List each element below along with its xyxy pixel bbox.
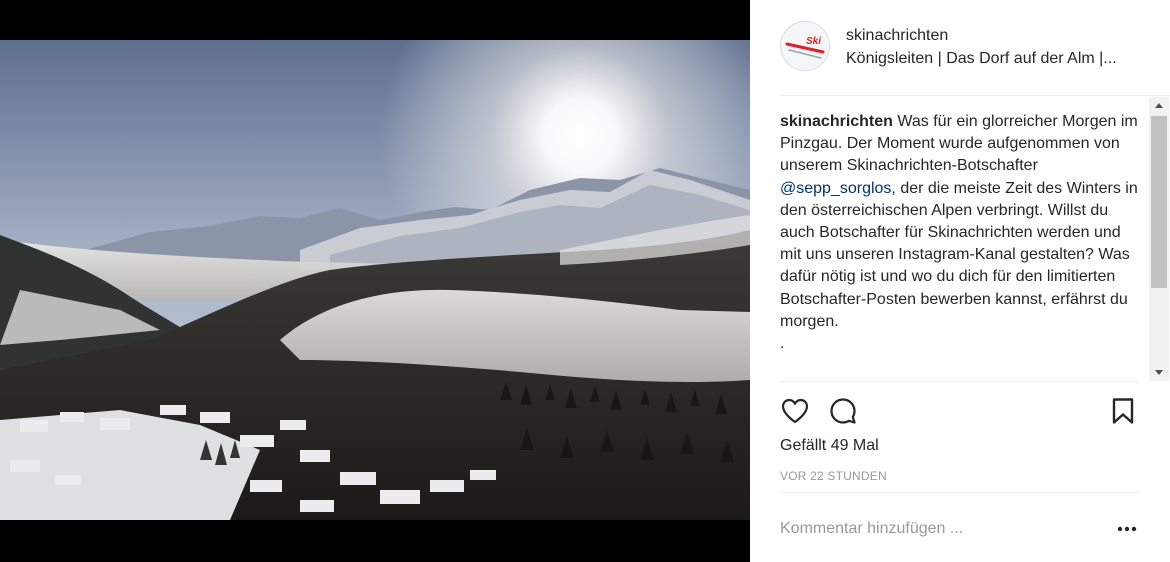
mountain-landscape-image	[0, 40, 750, 520]
scroll-up-arrow-icon[interactable]	[1149, 97, 1169, 114]
avatar-logo-text: Ski	[806, 36, 821, 47]
scroll-down-arrow-icon[interactable]	[1149, 364, 1169, 381]
post-username[interactable]: skinachrichten	[846, 27, 948, 45]
post-location[interactable]: Königsleiten | Das Dorf auf der Alm |...	[846, 50, 1146, 68]
caption-mention-link[interactable]: @sepp_sorglos	[780, 180, 891, 197]
post-photo[interactable]	[0, 40, 750, 520]
post-timestamp[interactable]: VOR 22 STUNDEN	[780, 469, 887, 483]
comment-input[interactable]	[780, 517, 1100, 541]
caption-scroll-area[interactable]: skinachrichten Was für ein glorreicher M…	[780, 97, 1138, 381]
bookmark-icon[interactable]	[1108, 396, 1138, 426]
caption-scrollbar[interactable]	[1149, 97, 1169, 381]
comment-bar	[780, 492, 1138, 562]
ellipsis-icon[interactable]	[1116, 519, 1138, 539]
caption-username[interactable]: skinachrichten	[780, 113, 893, 130]
post-actions: Gefällt 49 Mal VOR 22 STUNDEN	[780, 381, 1138, 493]
photo-pane	[0, 0, 750, 562]
post-caption: skinachrichten Was für ein glorreicher M…	[780, 111, 1138, 355]
post-side-panel: Ski skinachrichten Königsleiten | Das Do…	[750, 0, 1170, 562]
like-count[interactable]: Gefällt 49 Mal	[780, 437, 879, 455]
post-header: Ski skinachrichten Königsleiten | Das Do…	[780, 0, 1170, 96]
avatar[interactable]: Ski	[780, 21, 830, 71]
heart-outline-icon[interactable]	[780, 396, 810, 426]
comment-bubble-icon[interactable]	[828, 396, 858, 426]
caption-trailing: .	[780, 335, 785, 353]
caption-text-end: , der die meiste Zeit des Winters in den…	[780, 179, 1138, 330]
scrollbar-thumb[interactable]	[1151, 116, 1167, 288]
ski-logo-icon: Ski	[781, 22, 829, 70]
